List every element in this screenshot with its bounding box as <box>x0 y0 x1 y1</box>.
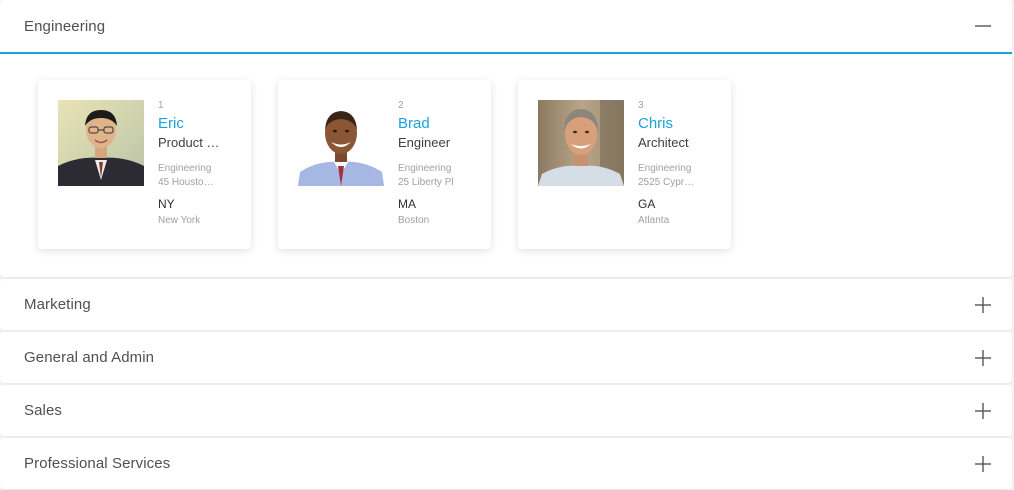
person-info: 2 Brad Engineer Engineering 25 Liberty P… <box>398 100 478 228</box>
minus-icon[interactable] <box>974 17 992 35</box>
person-address: 25 Liberty Pl <box>398 177 454 188</box>
panel-header-marketing[interactable]: Marketing <box>0 279 1012 330</box>
person-city: Atlanta <box>638 215 670 226</box>
person-address: 2525 Cypress Ave <box>638 177 698 188</box>
person-role: Architect <box>638 135 689 150</box>
person-department: Engineering <box>158 163 212 174</box>
plus-icon[interactable] <box>974 296 992 314</box>
panel-title: General and Admin <box>24 349 155 366</box>
person-department: Engineering <box>398 163 452 174</box>
person-name[interactable]: Chris <box>638 114 718 134</box>
panel-title: Sales <box>24 402 63 419</box>
person-photo <box>298 100 384 186</box>
person-department: Engineering <box>638 163 692 174</box>
panel-professional-services: Professional Services <box>0 438 1012 489</box>
panel-header-general-and-admin[interactable]: General and Admin <box>0 332 1012 383</box>
person-photo <box>538 100 624 186</box>
panel-title: Professional Services <box>24 455 171 472</box>
person-city: Boston <box>398 215 430 226</box>
person-index: 1 <box>158 100 164 111</box>
person-city: New York <box>158 215 201 226</box>
person-state: GA <box>638 197 656 211</box>
panel-marketing: Marketing <box>0 279 1012 330</box>
person-role: Product Manager <box>158 135 220 150</box>
person-photo <box>58 100 144 186</box>
person-name[interactable]: Brad <box>398 114 478 134</box>
person-card[interactable]: 2 Brad Engineer Engineering 25 Liberty P… <box>278 80 491 249</box>
plus-icon[interactable] <box>974 402 992 420</box>
plus-icon[interactable] <box>974 349 992 367</box>
panel-header-sales[interactable]: Sales <box>0 385 1012 436</box>
panel-header-engineering[interactable]: Engineering <box>0 0 1012 54</box>
person-state: NY <box>158 197 175 211</box>
plus-icon[interactable] <box>974 455 992 473</box>
person-role: Engineer <box>398 135 451 150</box>
person-card[interactable]: 3 Chris Architect Engineering 2525 Cypre… <box>518 80 731 249</box>
panel-title: Engineering <box>24 17 106 35</box>
panel-header-professional-services[interactable]: Professional Services <box>0 438 1012 489</box>
panel-sales: Sales <box>0 385 1012 436</box>
person-state: MA <box>398 197 416 211</box>
person-address: 45 Houston St <box>158 177 218 188</box>
person-card[interactable]: 1 Eric Product Manager Engineering 45 Ho… <box>38 80 251 249</box>
person-info: 3 Chris Architect Engineering 2525 Cypre… <box>638 100 718 228</box>
panel-engineering: Engineering 1 Eric Product M Engineering… <box>0 0 1012 277</box>
panel-general-and-admin: General and Admin <box>0 332 1012 383</box>
department-accordion: Engineering 1 Eric Product M Engineering… <box>0 0 1012 490</box>
panel-body-engineering: 1 Eric Product Manager Engineering 45 Ho… <box>0 54 1012 277</box>
panel-title: Marketing <box>24 296 91 313</box>
person-name[interactable]: Eric <box>158 114 238 134</box>
person-index: 2 <box>398 100 404 111</box>
person-info: 1 Eric Product Manager Engineering 45 Ho… <box>158 100 238 228</box>
person-index: 3 <box>638 100 644 111</box>
